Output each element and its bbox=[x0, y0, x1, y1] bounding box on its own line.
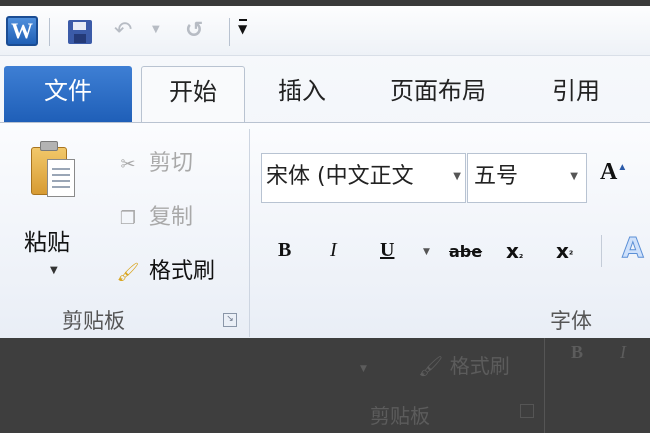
font-size-dropdown-icon[interactable]: ▼ bbox=[570, 154, 578, 200]
cut-button[interactable]: ✂ 剪切 bbox=[114, 145, 193, 177]
clipboard-group-label: 剪贴板 bbox=[62, 309, 125, 333]
cut-label: 剪切 bbox=[149, 151, 194, 176]
font-size-value: 五号 bbox=[474, 164, 519, 189]
copy-button[interactable]: ❐ 复制 bbox=[114, 199, 193, 231]
copy-icon: ❐ bbox=[119, 207, 137, 229]
word-window: W ↶ ▼ ↺ ▼ 文件 开始 插入 页面布局 引用 粘贴 ▼ ✂ 剪切 ❐ 复… bbox=[0, 6, 650, 338]
toolbar-divider bbox=[49, 18, 50, 46]
superscript-glyph: x bbox=[556, 239, 569, 263]
font-name-combobox[interactable]: 宋体 (中文正文 ▼ bbox=[261, 153, 466, 203]
italic-button[interactable]: I bbox=[330, 239, 337, 262]
bg-format-painter-label: 格式刷 bbox=[449, 354, 510, 378]
grow-font-button[interactable]: A▲ bbox=[600, 159, 627, 186]
grow-font-glyph: A bbox=[600, 159, 618, 185]
word-app-icon[interactable]: W bbox=[6, 16, 38, 46]
tab-page-layout[interactable]: 页面布局 bbox=[374, 66, 502, 122]
strikethrough-button[interactable]: abe bbox=[449, 242, 482, 261]
font-name-dropdown-icon[interactable]: ▼ bbox=[453, 154, 461, 200]
quick-access-toolbar: W ↶ ▼ ↺ ▼ bbox=[0, 6, 650, 56]
bg-bold: B bbox=[571, 342, 584, 362]
subscript-button[interactable]: x₂ bbox=[506, 239, 523, 263]
copy-label: 复制 bbox=[149, 205, 194, 230]
ribbon-tabs: 文件 开始 插入 页面布局 引用 bbox=[0, 56, 650, 122]
undo-icon[interactable]: ↶ bbox=[114, 18, 132, 43]
bg-divider bbox=[544, 338, 545, 433]
superscript-button[interactable]: x² bbox=[556, 239, 573, 263]
font-group-label: 字体 bbox=[550, 309, 592, 333]
toolbar-divider bbox=[229, 18, 230, 46]
tab-file[interactable]: 文件 bbox=[4, 66, 132, 122]
tab-references[interactable]: 引用 bbox=[536, 66, 616, 122]
scissors-icon: ✂ bbox=[120, 153, 136, 175]
save-icon[interactable] bbox=[68, 20, 92, 44]
ribbon-home-panel: 粘贴 ▼ ✂ 剪切 ❐ 复制 🖌 格式刷 剪贴板 ↘ 宋体 (中文正文 ▼ 五号… bbox=[0, 122, 650, 338]
caret-up-icon: ▲ bbox=[617, 162, 628, 173]
underline-button[interactable]: U bbox=[380, 239, 394, 262]
text-effect-button[interactable]: A bbox=[622, 231, 645, 265]
underline-dropdown-icon[interactable]: ▼ bbox=[423, 247, 430, 257]
font-size-combobox[interactable]: 五号 ▼ bbox=[467, 153, 587, 203]
paintbrush-icon: 🖌 bbox=[116, 261, 140, 283]
bg-clipboard-label: 剪贴板 bbox=[370, 404, 430, 428]
font-name-value: 宋体 (中文正文 bbox=[266, 164, 414, 189]
bg-launcher-icon bbox=[520, 404, 534, 418]
bg-format-painter: 🖌 格式刷 bbox=[418, 354, 510, 378]
screenshot-page: W ↶ ▼ ↺ ▼ 文件 开始 插入 页面布局 引用 粘贴 ▼ ✂ 剪切 ❐ 复… bbox=[0, 0, 650, 433]
paste-dropdown-icon[interactable]: ▼ bbox=[50, 265, 58, 276]
format-painter-button[interactable]: 🖌 格式刷 bbox=[114, 253, 215, 285]
paste-button[interactable]: 粘贴 bbox=[24, 223, 70, 257]
subscript-glyph: x bbox=[506, 239, 519, 263]
redo-icon[interactable]: ↺ bbox=[185, 18, 203, 43]
tab-home[interactable]: 开始 bbox=[141, 66, 245, 122]
bold-button[interactable]: B bbox=[278, 239, 291, 262]
customize-dropdown-icon[interactable]: ▼ bbox=[238, 19, 248, 36]
group-divider bbox=[249, 129, 250, 337]
format-painter-label: 格式刷 bbox=[149, 259, 216, 284]
bg-dropdown-icon: ▼ bbox=[360, 364, 367, 374]
clipboard-clip-shape bbox=[40, 141, 58, 151]
format-divider bbox=[601, 235, 602, 267]
undo-dropdown-icon[interactable]: ▼ bbox=[152, 24, 160, 35]
paste-icon[interactable] bbox=[31, 141, 77, 199]
clipboard-dialog-launcher-icon[interactable]: ↘ bbox=[223, 313, 237, 327]
clipboard-paper-shape bbox=[47, 159, 75, 197]
background-screenshot: ▼ 🖌 格式刷 剪贴板 B I bbox=[0, 338, 650, 433]
tab-insert[interactable]: 插入 bbox=[262, 66, 342, 122]
bg-italic: I bbox=[620, 342, 626, 362]
